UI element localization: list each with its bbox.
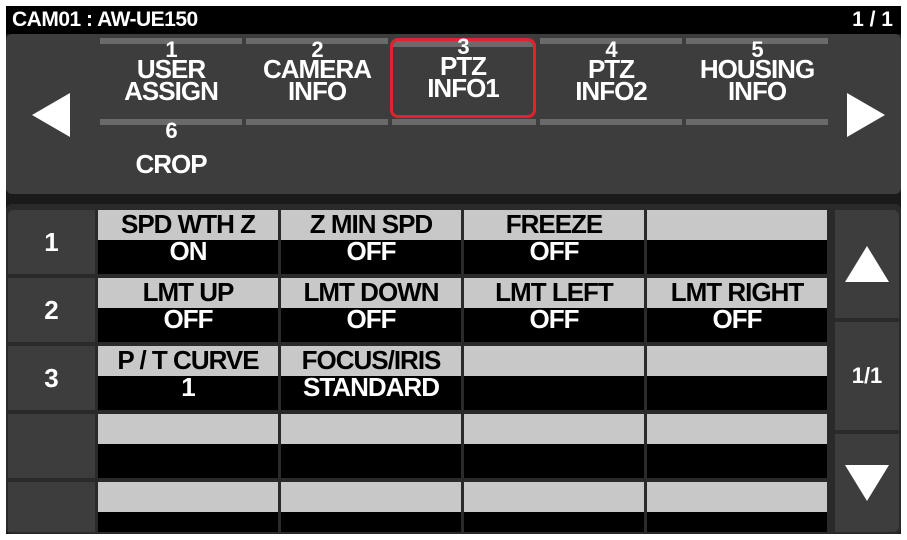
- param-value: OFF: [98, 306, 278, 342]
- param-spd-wth-z[interactable]: SPD WTH Z ON: [98, 210, 278, 274]
- param-lmt-left[interactable]: LMT LEFT OFF: [464, 278, 644, 342]
- tab-ptz-info1[interactable]: 3 PTZ INFO1: [390, 36, 536, 118]
- param-value: OFF: [281, 238, 461, 274]
- title-bar: CAM01 : AW-UE150 1 / 1: [6, 6, 901, 34]
- param-name: [281, 414, 461, 444]
- param-name: [281, 482, 461, 512]
- tab-label-line1: CROP: [135, 149, 207, 179]
- tab-label-line2: INFO2: [575, 76, 648, 106]
- param-name: [98, 414, 278, 444]
- param-value: [464, 376, 644, 410]
- param-name: [464, 346, 644, 376]
- param-name: [647, 482, 827, 512]
- param-empty: [98, 482, 278, 532]
- param-value: [647, 512, 827, 532]
- param-empty: [647, 346, 827, 410]
- param-z-min-spd[interactable]: Z MIN SPD OFF: [281, 210, 461, 274]
- tab-empty[interactable]: [246, 119, 388, 193]
- param-value: 1: [98, 374, 278, 410]
- tab-crop[interactable]: 6 CROP: [100, 119, 242, 193]
- tab-ptz-info2[interactable]: 4 PTZ INFO2: [540, 38, 682, 118]
- camera-title: CAM01 : AW-UE150: [12, 8, 198, 31]
- param-lmt-down[interactable]: LMT DOWN OFF: [281, 278, 461, 342]
- param-value: OFF: [281, 306, 461, 342]
- triangle-down-icon: [845, 465, 889, 501]
- param-empty: [647, 414, 827, 478]
- param-value: OFF: [647, 306, 827, 342]
- row-label: [8, 414, 95, 478]
- param-empty: [464, 482, 644, 532]
- prev-tab-button[interactable]: [8, 38, 94, 192]
- param-name: [464, 414, 644, 444]
- param-name: [647, 210, 827, 240]
- row-page-indicator: 1/1: [835, 322, 899, 430]
- tab-label-line2: INFO1: [427, 73, 500, 103]
- param-empty: [98, 414, 278, 478]
- param-name: [98, 482, 278, 512]
- row-label: 1: [8, 210, 95, 274]
- row-label: 2: [8, 278, 95, 342]
- param-value: [647, 376, 827, 410]
- param-value: [281, 444, 461, 478]
- triangle-up-icon: [845, 246, 889, 282]
- param-empty: [647, 210, 827, 274]
- param-name: [464, 482, 644, 512]
- tab-empty[interactable]: [540, 119, 682, 193]
- param-value: [98, 512, 278, 532]
- row-label: [8, 482, 95, 532]
- camera-menu-screen: CAM01 : AW-UE150 1 / 1 1 USER ASSIGN 2 C…: [6, 6, 901, 534]
- tab-user-assign[interactable]: 1 USER ASSIGN: [100, 38, 242, 118]
- row-page-text: 1/1: [851, 363, 883, 388]
- param-lmt-right[interactable]: LMT RIGHT OFF: [647, 278, 827, 342]
- param-value: [464, 512, 644, 532]
- param-name: [647, 346, 827, 376]
- param-focus-iris[interactable]: FOCUS/IRIS STANDARD: [281, 346, 461, 410]
- tab-empty[interactable]: [686, 119, 828, 193]
- tab-label-line2: INFO: [727, 76, 787, 106]
- tab-label-line2: INFO: [287, 76, 347, 106]
- param-empty: [281, 414, 461, 478]
- tab-number: 6: [165, 118, 177, 143]
- param-value: [98, 444, 278, 478]
- row-label: 3: [8, 346, 95, 410]
- param-value: [464, 444, 644, 478]
- param-empty: [464, 414, 644, 478]
- param-lmt-up[interactable]: LMT UP OFF: [98, 278, 278, 342]
- next-tab-button[interactable]: [833, 38, 899, 192]
- param-value: OFF: [464, 238, 644, 274]
- tab-housing-info[interactable]: 5 HOUSING INFO: [686, 38, 828, 118]
- param-value: [281, 512, 461, 532]
- param-value: OFF: [464, 306, 644, 342]
- param-empty: [464, 346, 644, 410]
- scroll-up-button[interactable]: [835, 210, 899, 318]
- triangle-right-icon: [847, 93, 885, 137]
- tab-empty[interactable]: [392, 119, 536, 193]
- param-empty: [281, 482, 461, 532]
- param-empty: [647, 482, 827, 532]
- param-pt-curve[interactable]: P / T CURVE 1: [98, 346, 278, 410]
- param-value: [647, 240, 827, 274]
- param-value: ON: [98, 238, 278, 274]
- scroll-down-button[interactable]: [835, 434, 899, 532]
- param-freeze[interactable]: FREEZE OFF: [464, 210, 644, 274]
- page-indicator: 1 / 1: [852, 8, 893, 31]
- tab-camera-info[interactable]: 2 CAMERA INFO: [246, 38, 388, 118]
- param-value: STANDARD: [281, 374, 461, 410]
- param-name: [647, 414, 827, 444]
- triangle-left-icon: [32, 93, 70, 137]
- param-value: [647, 444, 827, 478]
- tab-label-line2: ASSIGN: [124, 76, 219, 106]
